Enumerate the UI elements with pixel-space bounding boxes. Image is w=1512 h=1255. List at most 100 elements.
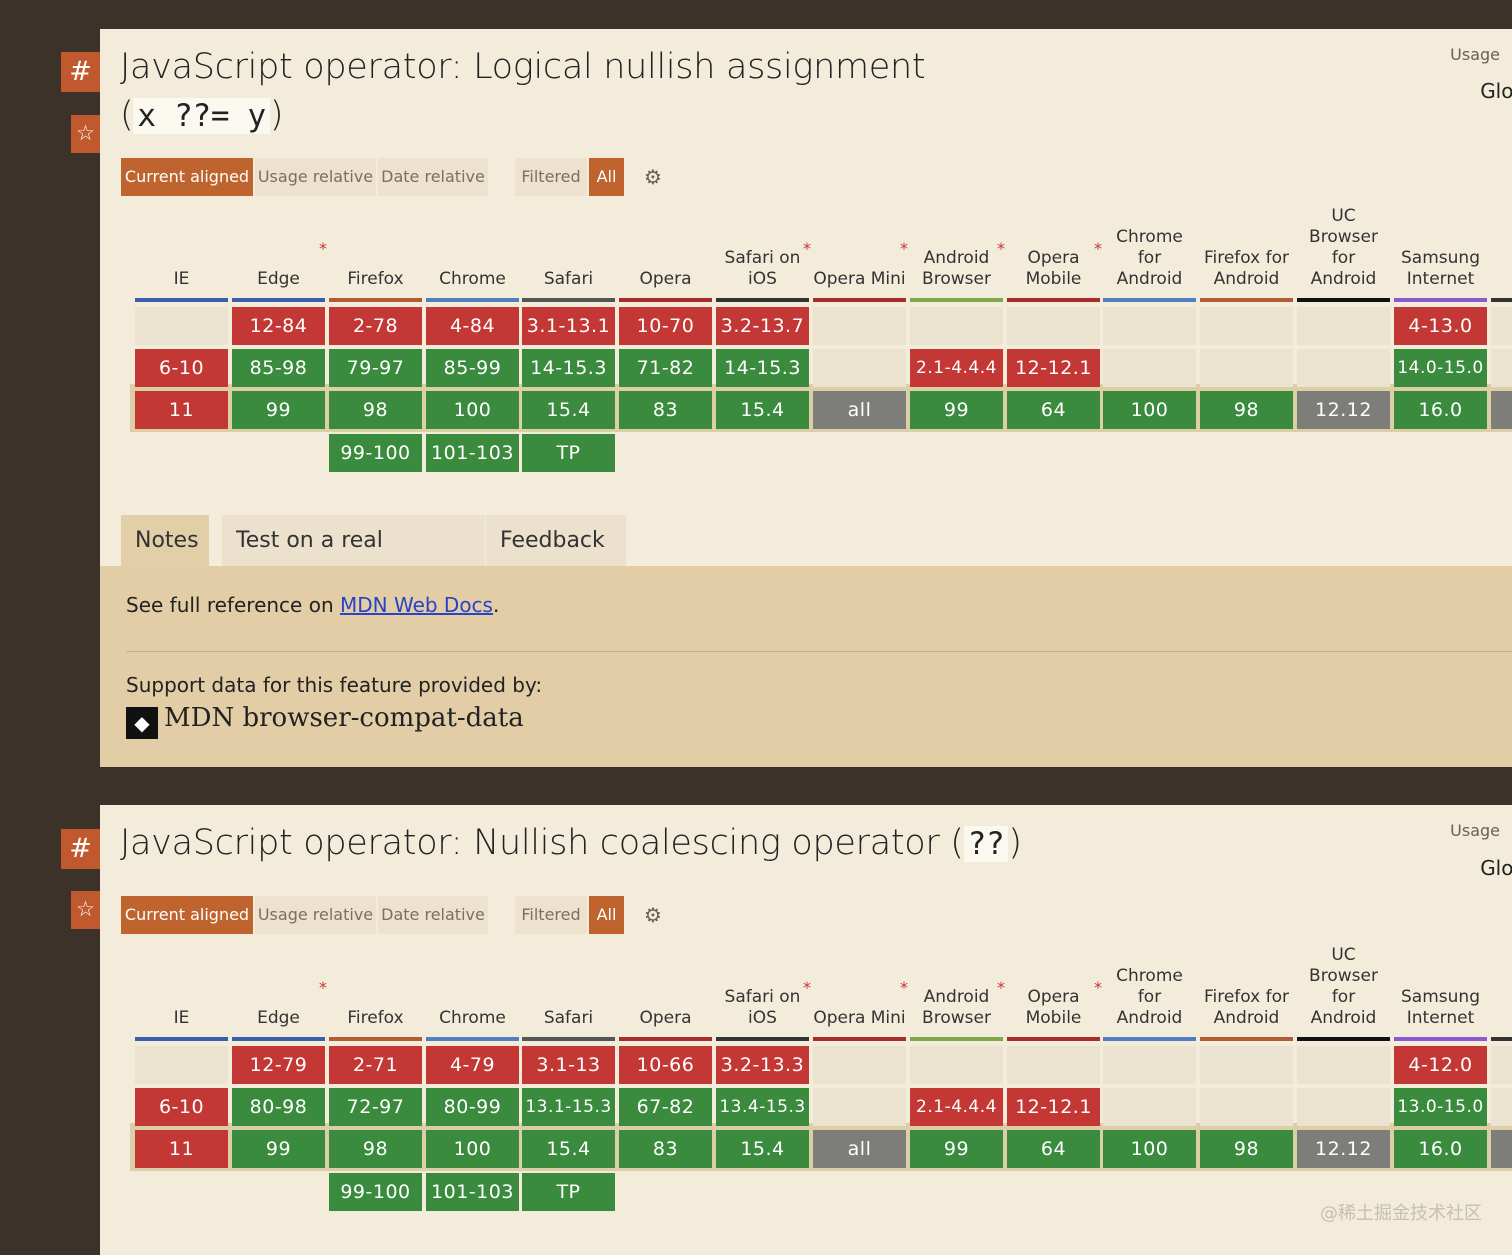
- usage-relative-button[interactable]: Usage relative: [255, 896, 376, 934]
- support-cell[interactable]: 12-84: [232, 307, 325, 345]
- support-cell[interactable]: [813, 307, 906, 345]
- support-cell[interactable]: [1297, 1046, 1390, 1084]
- browser-header[interactable]: Opera Mobile *: [1007, 951, 1102, 1037]
- current-aligned-button[interactable]: Current aligned: [121, 896, 253, 934]
- support-cell[interactable]: 64: [1007, 391, 1100, 429]
- support-cell[interactable]: 79-97: [329, 349, 422, 387]
- support-cell[interactable]: [910, 307, 1003, 345]
- support-cell[interactable]: 12-12.1: [1007, 1088, 1100, 1126]
- support-cell[interactable]: [1491, 1088, 1512, 1126]
- support-cell[interactable]: 2-78: [329, 307, 422, 345]
- support-cell[interactable]: [1103, 1046, 1196, 1084]
- feature-anchor-hash[interactable]: #: [61, 829, 100, 869]
- browser-header[interactable]: Opera: [619, 212, 712, 298]
- star-icon[interactable]: ☆: [71, 891, 100, 929]
- gear-icon[interactable]: ⚙: [644, 903, 662, 927]
- support-cell[interactable]: [1200, 1088, 1293, 1126]
- support-cell[interactable]: 85-98: [232, 349, 325, 387]
- support-cell[interactable]: [1103, 307, 1196, 345]
- support-cell[interactable]: [1007, 307, 1100, 345]
- browser-header[interactable]: Opera Mini *: [813, 951, 908, 1037]
- browser-header[interactable]: UC Browser for Android: [1297, 945, 1390, 1037]
- support-cell[interactable]: 100: [426, 1130, 519, 1168]
- support-cell[interactable]: 3.1-13: [522, 1046, 615, 1084]
- browser-header[interactable]: Chrome for Android: [1103, 212, 1196, 298]
- support-cell[interactable]: [1297, 349, 1390, 387]
- support-cell[interactable]: 12-12.1: [1007, 349, 1100, 387]
- support-cell[interactable]: 4-84: [426, 307, 519, 345]
- support-cell[interactable]: 98: [1200, 1130, 1293, 1168]
- browser-header[interactable]: Opera Mobile *: [1007, 212, 1102, 298]
- browser-header[interactable]: Firefox for Android: [1200, 951, 1293, 1037]
- support-cell[interactable]: 4-79: [426, 1046, 519, 1084]
- support-cell[interactable]: [1103, 349, 1196, 387]
- support-cell[interactable]: [1491, 391, 1512, 429]
- browser-header[interactable]: Samsung Internet: [1394, 212, 1487, 298]
- support-cell[interactable]: 67-82: [619, 1088, 712, 1126]
- date-relative-button[interactable]: Date relative: [378, 158, 488, 196]
- support-cell[interactable]: 12.12: [1297, 1130, 1390, 1168]
- support-cell[interactable]: 98: [329, 1130, 422, 1168]
- mdn-web-docs-link[interactable]: MDN Web Docs: [340, 593, 493, 617]
- support-cell[interactable]: 100: [1103, 391, 1196, 429]
- support-cell[interactable]: 83: [619, 391, 712, 429]
- support-cell[interactable]: 99: [910, 1130, 1003, 1168]
- support-cell[interactable]: [1200, 349, 1293, 387]
- browser-header[interactable]: Chrome: [426, 212, 519, 298]
- browser-header[interactable]: Samsung Internet: [1394, 951, 1487, 1037]
- browser-header[interactable]: Safari: [522, 212, 615, 298]
- browser-header[interactable]: Safari on iOS *: [716, 951, 811, 1037]
- support-cell[interactable]: [1491, 1130, 1512, 1168]
- gear-icon[interactable]: ⚙: [644, 165, 662, 189]
- browser-header[interactable]: UC Browser for Android: [1297, 206, 1390, 298]
- support-cell[interactable]: all: [813, 1130, 906, 1168]
- support-cell[interactable]: 99-100: [329, 434, 422, 472]
- support-cell[interactable]: [1007, 1046, 1100, 1084]
- support-cell[interactable]: 99: [910, 391, 1003, 429]
- star-icon[interactable]: ☆: [71, 115, 100, 153]
- support-cell[interactable]: 12.12: [1297, 391, 1390, 429]
- support-cell[interactable]: [813, 349, 906, 387]
- support-cell[interactable]: 10-66: [619, 1046, 712, 1084]
- support-cell[interactable]: 14-15.3: [716, 349, 809, 387]
- feature-anchor-hash[interactable]: #: [61, 52, 100, 92]
- support-cell[interactable]: 99: [232, 391, 325, 429]
- support-cell[interactable]: 3.2-13.7: [716, 307, 809, 345]
- support-cell[interactable]: [1297, 1088, 1390, 1126]
- support-cell[interactable]: 13.4-15.3: [716, 1088, 809, 1126]
- browser-header[interactable]: Opera: [619, 951, 712, 1037]
- support-cell[interactable]: [1491, 1046, 1512, 1084]
- support-cell[interactable]: 99: [232, 1130, 325, 1168]
- support-cell[interactable]: [813, 1046, 906, 1084]
- browser-header[interactable]: Safari: [522, 951, 615, 1037]
- browser-header[interactable]: Edge *: [232, 212, 327, 298]
- support-cell[interactable]: 100: [1103, 1130, 1196, 1168]
- support-cell[interactable]: [135, 307, 228, 345]
- browser-header[interactable]: Edge *: [232, 951, 327, 1037]
- browser-header[interactable]: Firefox: [329, 212, 422, 298]
- support-cell[interactable]: [813, 1088, 906, 1126]
- browser-header[interactable]: Chrome: [426, 951, 519, 1037]
- support-cell[interactable]: 14-15.3: [522, 349, 615, 387]
- browser-header[interactable]: Android Browser *: [910, 951, 1005, 1037]
- filtered-button[interactable]: Filtered: [515, 158, 587, 196]
- browser-header[interactable]: Firefox: [329, 951, 422, 1037]
- tab-feedback[interactable]: Feedback: [486, 515, 626, 566]
- support-cell[interactable]: [1491, 307, 1512, 345]
- support-cell[interactable]: [1103, 1088, 1196, 1126]
- support-cell[interactable]: [910, 1046, 1003, 1084]
- browser-header[interactable]: Chrome for Android: [1103, 951, 1196, 1037]
- support-cell[interactable]: 99-100: [329, 1173, 422, 1211]
- usage-relative-button[interactable]: Usage relative: [255, 158, 376, 196]
- tab-notes[interactable]: Notes: [121, 515, 209, 566]
- support-cell[interactable]: 2.1-4.4.4: [910, 349, 1003, 387]
- browser-header[interactable]: Firefox for Android: [1200, 212, 1293, 298]
- support-cell[interactable]: 14.0-15.0: [1394, 349, 1487, 387]
- support-cell[interactable]: 6-10: [135, 349, 228, 387]
- support-cell[interactable]: 2-71: [329, 1046, 422, 1084]
- support-cell[interactable]: 100: [426, 391, 519, 429]
- support-cell[interactable]: [1200, 1046, 1293, 1084]
- browser-header[interactable]: Opera Mini *: [813, 212, 908, 298]
- all-button[interactable]: All: [589, 158, 624, 196]
- support-cell[interactable]: 80-99: [426, 1088, 519, 1126]
